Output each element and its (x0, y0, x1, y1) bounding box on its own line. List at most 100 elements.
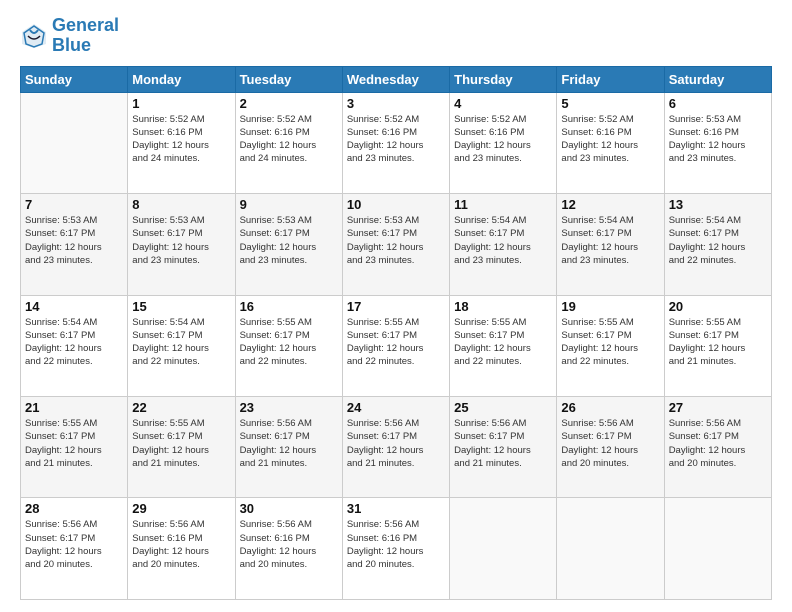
day-info: Sunrise: 5:52 AMSunset: 6:16 PMDaylight:… (561, 113, 659, 166)
calendar-cell: 2 Sunrise: 5:52 AMSunset: 6:16 PMDaylight… (235, 92, 342, 193)
day-info: Sunrise: 5:56 AMSunset: 6:17 PMDaylight:… (669, 417, 767, 470)
day-info: Sunrise: 5:55 AMSunset: 6:17 PMDaylight:… (25, 417, 123, 470)
day-number: 3 (347, 96, 445, 111)
weekday-thursday: Thursday (450, 66, 557, 92)
day-number: 8 (132, 197, 230, 212)
day-info: Sunrise: 5:52 AMSunset: 6:16 PMDaylight:… (240, 113, 338, 166)
day-info: Sunrise: 5:53 AMSunset: 6:17 PMDaylight:… (240, 214, 338, 267)
calendar-cell: 11 Sunrise: 5:54 AMSunset: 6:17 PMDayligh… (450, 194, 557, 295)
calendar-cell: 27 Sunrise: 5:56 AMSunset: 6:17 PMDayligh… (664, 397, 771, 498)
day-number: 19 (561, 299, 659, 314)
logo-text: General Blue (52, 16, 119, 56)
weekday-sunday: Sunday (21, 66, 128, 92)
calendar-week-4: 21 Sunrise: 5:55 AMSunset: 6:17 PMDayligh… (21, 397, 772, 498)
calendar-cell: 22Sunrise: 5:55 AMSunset: 6:17 PMDayligh… (128, 397, 235, 498)
calendar-cell (664, 498, 771, 600)
day-number: 29 (132, 501, 230, 516)
day-number: 15 (132, 299, 230, 314)
day-number: 9 (240, 197, 338, 212)
day-number: 24 (347, 400, 445, 415)
day-info: Sunrise: 5:54 AMSunset: 6:17 PMDaylight:… (25, 316, 123, 369)
day-number: 28 (25, 501, 123, 516)
day-number: 16 (240, 299, 338, 314)
weekday-friday: Friday (557, 66, 664, 92)
calendar-cell: 31Sunrise: 5:56 AMSunset: 6:16 PMDayligh… (342, 498, 449, 600)
day-number: 23 (240, 400, 338, 415)
calendar-cell: 14Sunrise: 5:54 AMSunset: 6:17 PMDayligh… (21, 295, 128, 396)
day-info: Sunrise: 5:56 AMSunset: 6:17 PMDaylight:… (454, 417, 552, 470)
day-info: Sunrise: 5:53 AMSunset: 6:17 PMDaylight:… (347, 214, 445, 267)
calendar-cell: 21 Sunrise: 5:55 AMSunset: 6:17 PMDayligh… (21, 397, 128, 498)
day-info: Sunrise: 5:52 AMSunset: 6:16 PMDaylight:… (132, 113, 230, 166)
calendar-cell: 8 Sunrise: 5:53 AMSunset: 6:17 PMDaylight… (128, 194, 235, 295)
calendar-cell (21, 92, 128, 193)
day-info: Sunrise: 5:54 AMSunset: 6:17 PMDaylight:… (132, 316, 230, 369)
day-info: Sunrise: 5:56 AMSunset: 6:16 PMDaylight:… (240, 518, 338, 571)
day-number: 13 (669, 197, 767, 212)
calendar-cell: 19Sunrise: 5:55 AMSunset: 6:17 PMDayligh… (557, 295, 664, 396)
day-info: Sunrise: 5:56 AMSunset: 6:17 PMDaylight:… (25, 518, 123, 571)
page: General Blue SundayMondayTuesdayWednesda… (0, 0, 792, 612)
calendar-cell: 26 Sunrise: 5:56 AMSunset: 6:17 PMDayligh… (557, 397, 664, 498)
calendar-table: SundayMondayTuesdayWednesdayThursdayFrid… (20, 66, 772, 600)
day-number: 11 (454, 197, 552, 212)
day-info: Sunrise: 5:55 AMSunset: 6:17 PMDaylight:… (240, 316, 338, 369)
day-number: 12 (561, 197, 659, 212)
calendar-cell: 5 Sunrise: 5:52 AMSunset: 6:16 PMDaylight… (557, 92, 664, 193)
day-number: 31 (347, 501, 445, 516)
day-number: 25 (454, 400, 552, 415)
calendar-cell: 28 Sunrise: 5:56 AMSunset: 6:17 PMDayligh… (21, 498, 128, 600)
day-number: 22 (132, 400, 230, 415)
calendar-cell: 20Sunrise: 5:55 AMSunset: 6:17 PMDayligh… (664, 295, 771, 396)
calendar-cell: 29Sunrise: 5:56 AMSunset: 6:16 PMDayligh… (128, 498, 235, 600)
calendar-cell: 4Sunrise: 5:52 AMSunset: 6:16 PMDaylight… (450, 92, 557, 193)
day-info: Sunrise: 5:56 AMSunset: 6:17 PMDaylight:… (561, 417, 659, 470)
calendar-week-5: 28 Sunrise: 5:56 AMSunset: 6:17 PMDayligh… (21, 498, 772, 600)
calendar-cell: 30 Sunrise: 5:56 AMSunset: 6:16 PMDayligh… (235, 498, 342, 600)
calendar-cell: 10Sunrise: 5:53 AMSunset: 6:17 PMDayligh… (342, 194, 449, 295)
day-info: Sunrise: 5:55 AMSunset: 6:17 PMDaylight:… (347, 316, 445, 369)
day-info: Sunrise: 5:54 AMSunset: 6:17 PMDaylight:… (669, 214, 767, 267)
day-info: Sunrise: 5:55 AMSunset: 6:17 PMDaylight:… (454, 316, 552, 369)
calendar-cell: 1 Sunrise: 5:52 AMSunset: 6:16 PMDaylight… (128, 92, 235, 193)
calendar-cell: 23 Sunrise: 5:56 AMSunset: 6:17 PMDayligh… (235, 397, 342, 498)
day-info: Sunrise: 5:52 AMSunset: 6:16 PMDaylight:… (347, 113, 445, 166)
day-info: Sunrise: 5:55 AMSunset: 6:17 PMDaylight:… (669, 316, 767, 369)
calendar-cell: 13 Sunrise: 5:54 AMSunset: 6:17 PMDayligh… (664, 194, 771, 295)
calendar-cell: 7 Sunrise: 5:53 AMSunset: 6:17 PMDaylight… (21, 194, 128, 295)
calendar-cell: 12 Sunrise: 5:54 AMSunset: 6:17 PMDayligh… (557, 194, 664, 295)
weekday-saturday: Saturday (664, 66, 771, 92)
day-number: 5 (561, 96, 659, 111)
calendar-cell: 9 Sunrise: 5:53 AMSunset: 6:17 PMDaylight… (235, 194, 342, 295)
day-info: Sunrise: 5:53 AMSunset: 6:17 PMDaylight:… (132, 214, 230, 267)
day-number: 6 (669, 96, 767, 111)
day-info: Sunrise: 5:52 AMSunset: 6:16 PMDaylight:… (454, 113, 552, 166)
calendar-cell (557, 498, 664, 600)
weekday-monday: Monday (128, 66, 235, 92)
calendar-week-2: 7 Sunrise: 5:53 AMSunset: 6:17 PMDaylight… (21, 194, 772, 295)
calendar-week-1: 1 Sunrise: 5:52 AMSunset: 6:16 PMDaylight… (21, 92, 772, 193)
header: General Blue (20, 16, 772, 56)
day-number: 27 (669, 400, 767, 415)
weekday-wednesday: Wednesday (342, 66, 449, 92)
calendar-cell: 16 Sunrise: 5:55 AMSunset: 6:17 PMDayligh… (235, 295, 342, 396)
day-number: 1 (132, 96, 230, 111)
day-info: Sunrise: 5:56 AMSunset: 6:17 PMDaylight:… (240, 417, 338, 470)
day-number: 26 (561, 400, 659, 415)
day-number: 18 (454, 299, 552, 314)
day-info: Sunrise: 5:54 AMSunset: 6:17 PMDaylight:… (561, 214, 659, 267)
calendar-cell: 25 Sunrise: 5:56 AMSunset: 6:17 PMDayligh… (450, 397, 557, 498)
calendar-cell: 6 Sunrise: 5:53 AMSunset: 6:16 PMDaylight… (664, 92, 771, 193)
day-info: Sunrise: 5:53 AMSunset: 6:16 PMDaylight:… (669, 113, 767, 166)
calendar-cell: 24Sunrise: 5:56 AMSunset: 6:17 PMDayligh… (342, 397, 449, 498)
day-number: 30 (240, 501, 338, 516)
logo-icon (20, 22, 48, 50)
calendar-cell: 18 Sunrise: 5:55 AMSunset: 6:17 PMDayligh… (450, 295, 557, 396)
day-info: Sunrise: 5:53 AMSunset: 6:17 PMDaylight:… (25, 214, 123, 267)
day-info: Sunrise: 5:54 AMSunset: 6:17 PMDaylight:… (454, 214, 552, 267)
day-number: 2 (240, 96, 338, 111)
day-number: 7 (25, 197, 123, 212)
day-number: 21 (25, 400, 123, 415)
calendar-week-3: 14Sunrise: 5:54 AMSunset: 6:17 PMDayligh… (21, 295, 772, 396)
calendar-cell (450, 498, 557, 600)
